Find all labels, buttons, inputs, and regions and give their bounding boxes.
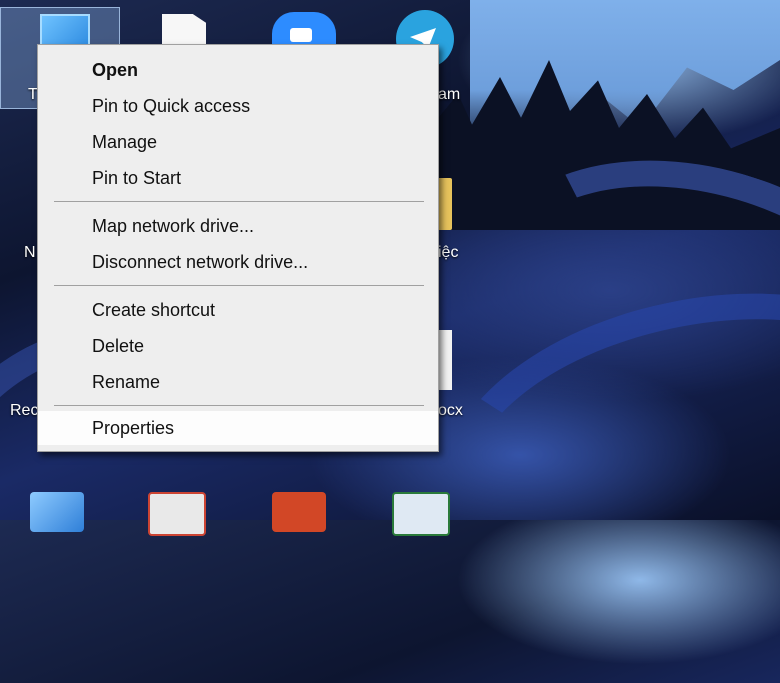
menu-item-rename[interactable]: Rename (38, 365, 438, 399)
menu-item-properties[interactable]: Properties (38, 411, 438, 445)
menu-separator (54, 285, 424, 286)
menu-item-manage[interactable]: Manage (38, 125, 438, 159)
telegram-label: am (438, 86, 461, 103)
menu-item-open[interactable]: Open (38, 53, 438, 87)
menu-item-map-network-drive[interactable]: Map network drive... (38, 209, 438, 243)
menu-item-pin-start[interactable]: Pin to Start (38, 161, 438, 195)
menu-separator (54, 405, 424, 406)
menu-item-pin-quick-access[interactable]: Pin to Quick access (38, 89, 438, 123)
menu-item-disconnect-network-drive[interactable]: Disconnect network drive... (38, 245, 438, 279)
app-shortcut-icon[interactable] (392, 492, 450, 536)
control-panel-icon[interactable] (30, 492, 84, 532)
powerpoint-icon[interactable] (272, 492, 326, 532)
menu-item-delete[interactable]: Delete (38, 329, 438, 363)
recycle-bin-label: Rec (10, 402, 39, 419)
menu-separator (54, 201, 424, 202)
menu-item-create-shortcut[interactable]: Create shortcut (38, 293, 438, 327)
docx-file-label: ocx (438, 402, 463, 419)
folder-label: iệc (438, 244, 459, 261)
context-menu: Open Pin to Quick access Manage Pin to S… (37, 44, 439, 452)
unikey-icon[interactable] (148, 492, 206, 536)
network-label: N (24, 244, 36, 261)
